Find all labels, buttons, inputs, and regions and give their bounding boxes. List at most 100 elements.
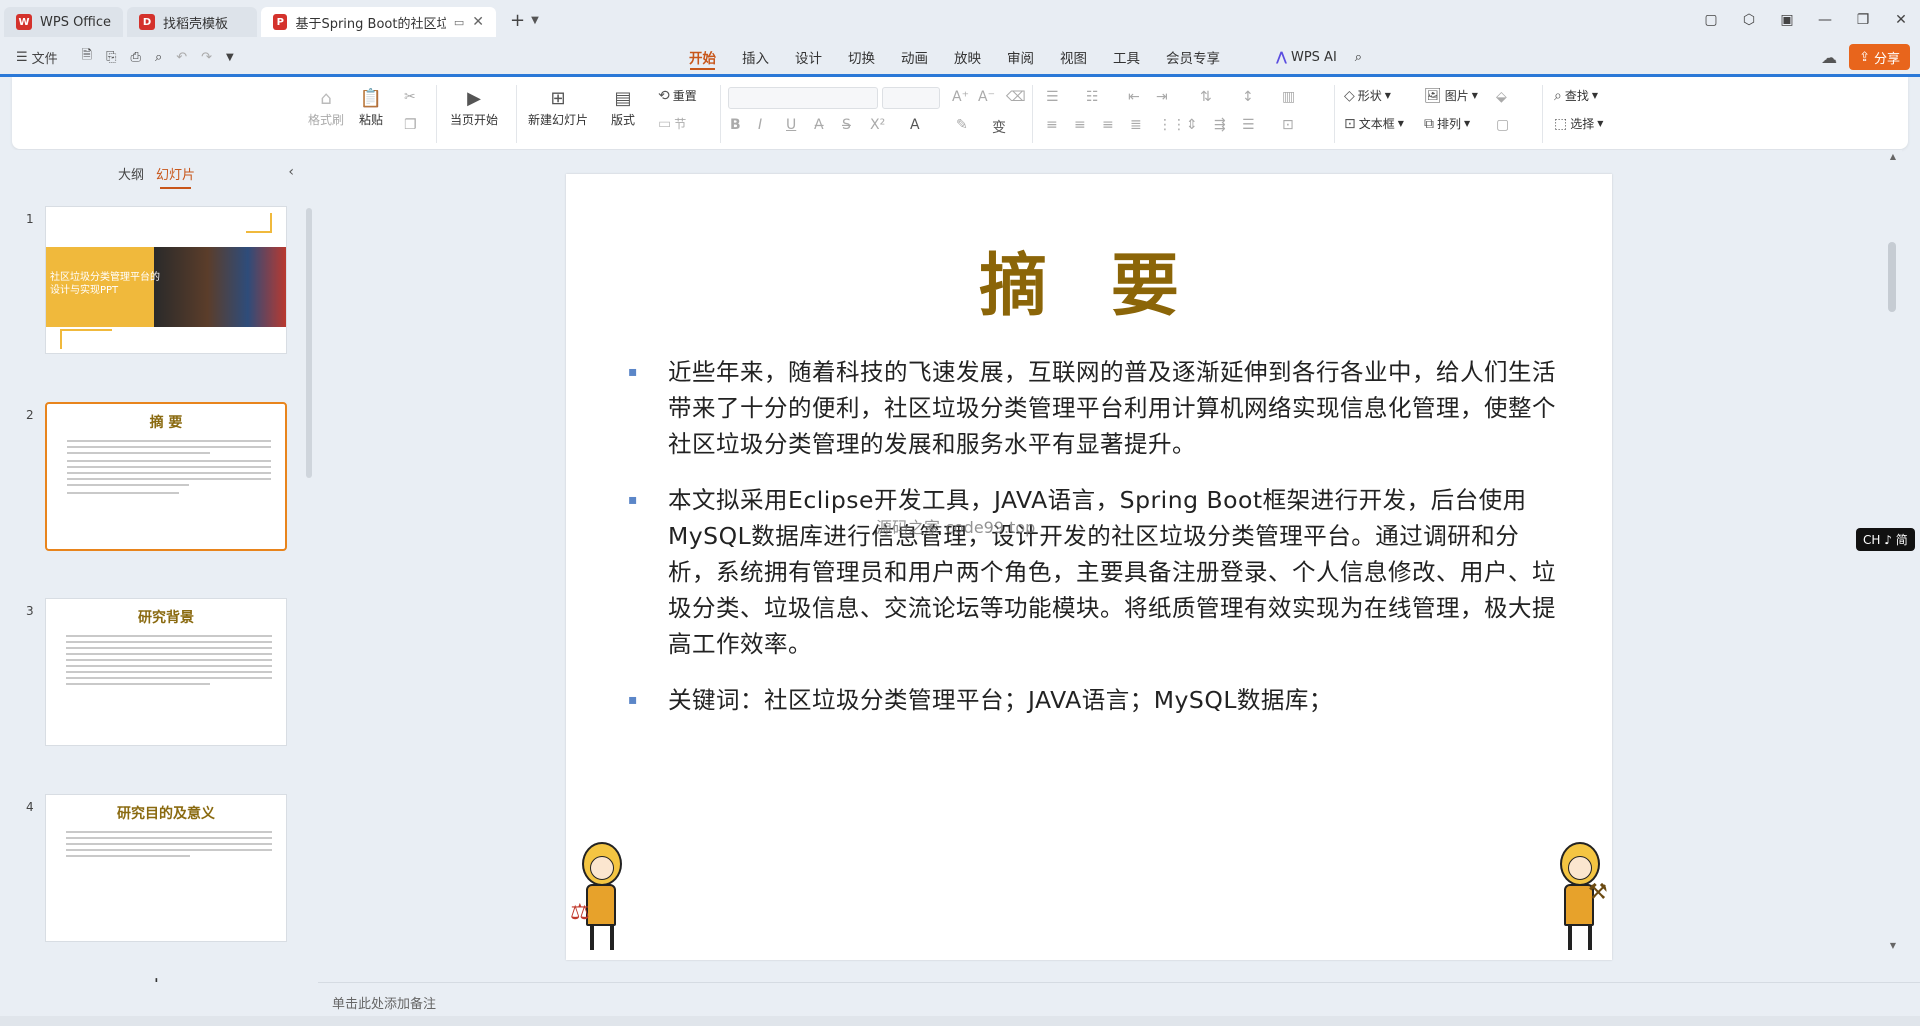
panel-scrollbar[interactable]	[306, 208, 312, 478]
notes-pane[interactable]: 单击此处添加备注	[318, 982, 1920, 1016]
arrange-button[interactable]: ⧉ 排列 ▼	[1424, 115, 1470, 132]
shape-button[interactable]: ◇ 形状 ▼	[1344, 87, 1391, 104]
format-painter-button[interactable]: ⌂ 格式刷	[308, 85, 344, 128]
paste-button[interactable]: 📋 粘贴	[358, 85, 384, 128]
copy-icon[interactable]: ❐	[404, 117, 417, 133]
font-size-select[interactable]	[882, 87, 940, 109]
tab-tools[interactable]: 工具	[1100, 40, 1153, 74]
new-slide-button[interactable]: ⊞ 新建幻灯片	[528, 85, 588, 128]
scroll-up-icon[interactable]: ▲	[1890, 152, 1896, 161]
tab-member[interactable]: 会员专享	[1153, 40, 1233, 74]
textbox-button[interactable]: ⊡ 文本框 ▼	[1344, 115, 1404, 132]
slide-title[interactable]: 摘 要	[566, 230, 1612, 329]
columns-icon[interactable]: ▥	[1282, 89, 1295, 105]
cut-icon[interactable]: ✂	[404, 89, 416, 105]
line-spacing-icon[interactable]: ↕	[1242, 89, 1254, 105]
text-effect-icon[interactable]: 变	[992, 117, 1006, 137]
section-button[interactable]: ▭ 节	[658, 115, 686, 132]
align-left-icon[interactable]: ≡	[1046, 117, 1058, 133]
strike-s-icon[interactable]: S̶	[842, 117, 851, 133]
slide-thumbnail-4[interactable]: 研究目的及意义	[45, 794, 287, 942]
tab-document[interactable]: P 基于Spring Boot的社区垃圾 ▭ ✕	[261, 7, 497, 37]
ribbon-separator	[516, 85, 517, 143]
redo-icon[interactable]: ↷	[201, 50, 212, 65]
select-button[interactable]: ⬚ 选择 ▼	[1554, 115, 1603, 132]
current-slide[interactable]: 摘 要 近些年来，随着科技的飞速发展，互联网的普及逐渐延伸到各行各业中，给人们生…	[566, 174, 1612, 960]
italic-icon[interactable]: I	[758, 117, 762, 133]
cube-icon[interactable]: ⬡	[1730, 12, 1768, 28]
reset-button[interactable]: ⟲ 重置	[658, 87, 697, 104]
ime-indicator[interactable]: CH ♪ 简	[1856, 528, 1915, 551]
picture-button[interactable]: 🖼 图片 ▼	[1424, 87, 1478, 104]
tab-view[interactable]: 视图	[1047, 40, 1100, 74]
font-family-select[interactable]	[728, 87, 878, 109]
cloud-upload-icon[interactable]: ☁	[1821, 48, 1837, 67]
print-preview-icon[interactable]: ⌕	[155, 50, 162, 65]
bullet-list-icon[interactable]: ☰	[1046, 89, 1059, 105]
collapse-panel-icon[interactable]: ‹	[288, 164, 294, 180]
share-button[interactable]: ⇪ 分享	[1849, 44, 1910, 70]
chevron-down-icon[interactable]: ▼	[226, 52, 234, 63]
tab-start[interactable]: 开始	[676, 40, 729, 74]
restore-icon[interactable]: ❐	[1844, 12, 1882, 28]
minimize-icon[interactable]: —	[1806, 12, 1844, 28]
export-icon[interactable]: ⎘	[106, 50, 116, 65]
print-icon[interactable]: ⎙	[131, 50, 141, 65]
decrease-font-icon[interactable]: A⁻	[978, 89, 995, 105]
superscript-icon[interactable]: X²	[870, 117, 885, 133]
underline-icon[interactable]: U	[786, 117, 796, 133]
increase-font-icon[interactable]: A⁺	[952, 89, 969, 105]
tab-transition[interactable]: 切换	[835, 40, 888, 74]
find-button[interactable]: ⌕ 查找 ▼	[1554, 87, 1598, 104]
text-direction-icon[interactable]: ⇅	[1200, 89, 1212, 105]
wps-ai-button[interactable]: ⋀ WPS AI ⌕	[1276, 40, 1362, 74]
layout-button[interactable]: ▤ 版式	[610, 85, 636, 128]
tab-outline[interactable]: 大纲	[118, 164, 144, 183]
tab-insert[interactable]: 插入	[729, 40, 782, 74]
play-current-button[interactable]: ▶ 当页开始	[450, 85, 498, 128]
increase-indent-icon[interactable]: ⇥	[1156, 89, 1168, 105]
clear-format-icon[interactable]: ⌫	[1006, 89, 1026, 105]
slide-thumbnail-2[interactable]: 摘 要	[45, 402, 287, 551]
tab-design[interactable]: 设计	[782, 40, 835, 74]
close-icon[interactable]: ✕	[472, 14, 484, 30]
vertical-align-icon[interactable]: ⇕	[1186, 117, 1198, 133]
search-icon[interactable]: ⌕	[1355, 50, 1362, 65]
tab-slides[interactable]: 幻灯片	[156, 164, 195, 189]
numbered-list-icon[interactable]: ☷	[1086, 89, 1099, 105]
outline-icon[interactable]: ▢	[1496, 117, 1509, 133]
window-layout-icon[interactable]: ▢	[1692, 12, 1730, 28]
undo-icon[interactable]: ↶	[176, 50, 187, 65]
text-box-align-icon[interactable]: ⊡	[1282, 117, 1294, 133]
close-window-icon[interactable]: ✕	[1882, 12, 1920, 28]
align-center-icon[interactable]: ≡	[1074, 117, 1086, 133]
canvas-scrollbar[interactable]	[1888, 242, 1896, 312]
slide-thumbnail-3[interactable]: 研究背景	[45, 598, 287, 746]
hamburger-icon[interactable]: ☰	[16, 50, 28, 65]
save-icon[interactable]: 🗎	[82, 46, 92, 68]
scroll-down-icon[interactable]: ▼	[1890, 941, 1896, 950]
tab-review[interactable]: 审阅	[994, 40, 1047, 74]
chevron-down-icon[interactable]: ▼	[531, 15, 539, 26]
avatar[interactable]: ▣	[1768, 12, 1806, 28]
indent-icon[interactable]: ⇶	[1214, 117, 1226, 133]
fill-icon[interactable]: ⬙	[1496, 89, 1507, 105]
slide-thumbnail-1[interactable]: 社区垃圾分类管理平台的设计与实现PPT	[45, 206, 287, 354]
tab-wps-office[interactable]: W WPS Office	[4, 7, 124, 37]
tab-animation[interactable]: 动画	[888, 40, 941, 74]
monitor-icon[interactable]: ▭	[454, 16, 464, 29]
slide-body[interactable]: 近些年来，随着科技的飞速发展，互联网的普及逐渐延伸到各行各业中，给人们生活带来了…	[626, 354, 1556, 738]
tab-slideshow[interactable]: 放映	[941, 40, 994, 74]
bold-icon[interactable]: B	[730, 117, 741, 133]
tab-docer[interactable]: D 找稻壳模板	[127, 7, 258, 37]
decrease-indent-icon[interactable]: ⇤	[1128, 89, 1140, 105]
paragraph-spacing-icon[interactable]: ☰	[1242, 117, 1255, 133]
strikethrough-icon[interactable]: A̶	[814, 117, 824, 133]
highlight-icon[interactable]: ✎	[956, 117, 968, 133]
font-color-icon[interactable]: A	[910, 117, 920, 133]
align-right-icon[interactable]: ≡	[1102, 117, 1114, 133]
justify-icon[interactable]: ≣	[1130, 117, 1142, 133]
new-tab-button[interactable]: +	[510, 10, 525, 31]
distribute-icon[interactable]: ⋮⋮	[1158, 117, 1186, 133]
file-menu[interactable]: 文件	[32, 48, 58, 67]
